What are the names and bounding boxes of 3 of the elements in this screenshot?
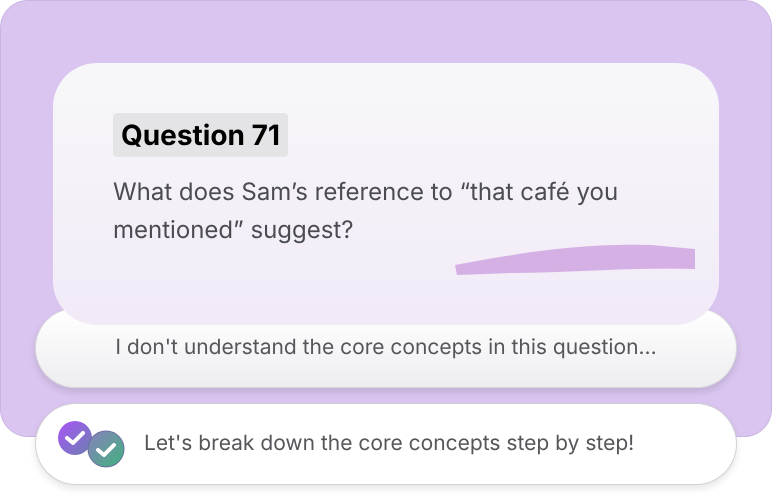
reply-message: Let's break down the core concepts step by step!	[144, 430, 634, 458]
question-label: Question 71	[113, 113, 288, 157]
question-text: What does Sam’s reference to “that café you mentioned” suggest?	[113, 176, 620, 246]
